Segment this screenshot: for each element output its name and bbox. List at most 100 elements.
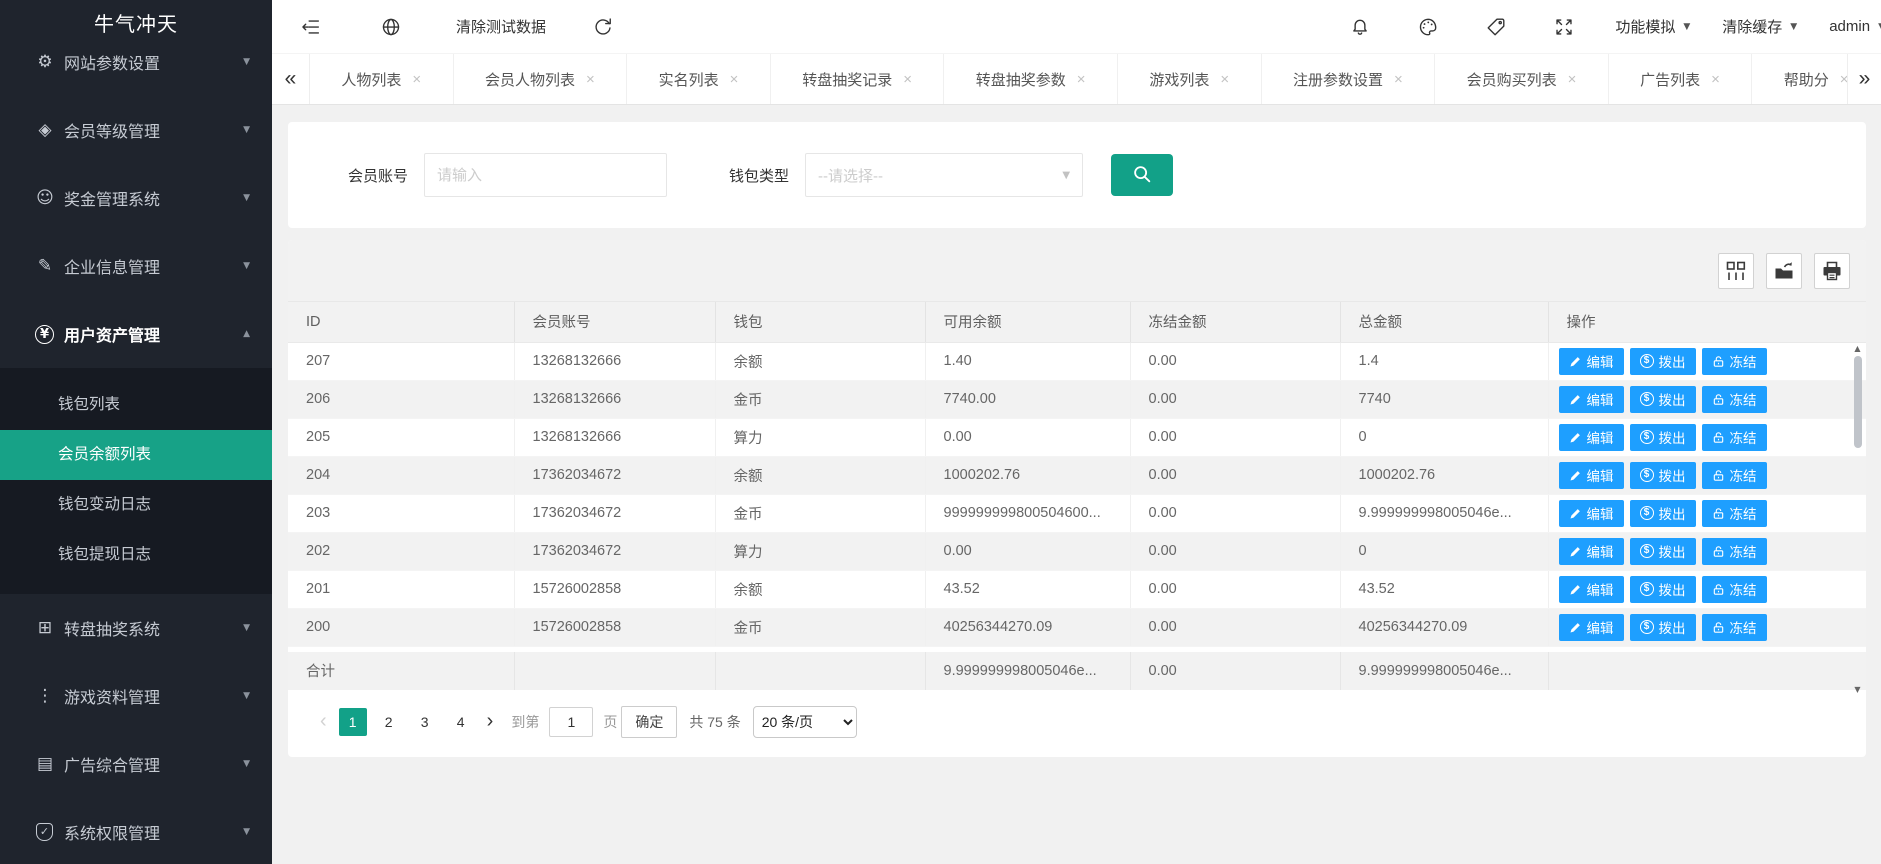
payout-button[interactable]: $拨出 [1630, 500, 1696, 527]
function-simulate-menu[interactable]: 功能模拟 ▼ [1615, 16, 1690, 37]
close-icon[interactable]: × [1568, 71, 1577, 88]
prev-page-button[interactable]: ‹ [320, 710, 327, 733]
sidebar-item-wallet-change-log[interactable]: 钱包变动日志 [0, 480, 272, 530]
close-icon[interactable]: × [730, 71, 739, 88]
freeze-button[interactable]: 冻结 [1702, 348, 1767, 375]
close-icon[interactable]: × [1220, 71, 1229, 88]
close-icon[interactable]: × [412, 71, 421, 88]
sidebar-item-user-assets[interactable]: ¥用户资产管理▲ [0, 300, 272, 368]
page-size-select[interactable]: 20 条/页 [753, 706, 857, 738]
freeze-button[interactable]: 冻结 [1702, 424, 1767, 451]
scroll-down-icon[interactable]: ▼ [1854, 684, 1860, 695]
function-simulate-label: 功能模拟 [1615, 16, 1675, 37]
account-input[interactable] [424, 153, 667, 197]
tab-9[interactable]: 广告列表× [1609, 54, 1753, 104]
table-scrollbar[interactable]: ▲ ▼ [1851, 343, 1864, 695]
confirm-page-button[interactable]: 确定 [621, 706, 677, 738]
close-icon[interactable]: × [586, 71, 595, 88]
freeze-icon [1712, 621, 1725, 634]
edit-button[interactable]: 编辑 [1559, 576, 1624, 603]
sidebar-item-game-data[interactable]: ⋮游戏资料管理▼ [0, 662, 272, 730]
close-icon[interactable]: × [1394, 71, 1403, 88]
close-icon[interactable]: × [1077, 71, 1086, 88]
freeze-button[interactable]: 冻结 [1702, 614, 1767, 641]
tab-6[interactable]: 游戏列表× [1118, 54, 1262, 104]
chevron-down-icon: ▼ [243, 125, 250, 135]
refresh-icon[interactable] [592, 16, 614, 38]
edit-button[interactable]: 编辑 [1559, 614, 1624, 641]
edit-button[interactable]: 编辑 [1559, 462, 1624, 489]
goto-page-input[interactable] [549, 707, 593, 737]
clear-cache-menu[interactable]: 清除缓存 ▼ [1722, 16, 1797, 37]
payout-button[interactable]: $拨出 [1630, 614, 1696, 641]
freeze-button[interactable]: 冻结 [1702, 576, 1767, 603]
page-button-3[interactable]: 3 [411, 708, 439, 736]
tab-7[interactable]: 注册参数设置× [1262, 54, 1436, 104]
sidebar-item-wallet-withdraw-log[interactable]: 钱包提现日志 [0, 530, 272, 580]
payout-button[interactable]: $拨出 [1630, 348, 1696, 375]
page-button-4[interactable]: 4 [447, 708, 475, 736]
search-button[interactable] [1111, 154, 1173, 196]
wallet-type-select[interactable]: --请选择-- ▼ [805, 153, 1083, 197]
freeze-button[interactable]: 冻结 [1702, 386, 1767, 413]
edit-button[interactable]: 编辑 [1559, 538, 1624, 565]
sidebar-item-label: 系统权限管理 [64, 820, 243, 844]
edit-button[interactable]: 编辑 [1559, 500, 1624, 527]
page-button-2[interactable]: 2 [375, 708, 403, 736]
topbar: 清除测试数据 [272, 0, 1881, 53]
scrollbar-thumb[interactable] [1854, 356, 1862, 448]
table-cell: 算力 [715, 532, 925, 570]
globe-icon[interactable] [380, 16, 402, 38]
tab-1[interactable]: 人物列表× [310, 54, 454, 104]
page-button-1[interactable]: 1 [339, 708, 367, 736]
sidebar-item-ad-management[interactable]: ▤广告综合管理▼ [0, 730, 272, 798]
edit-button[interactable]: 编辑 [1559, 348, 1624, 375]
payout-icon: $ [1640, 544, 1654, 558]
clear-test-data-button[interactable]: 清除测试数据 [456, 16, 546, 37]
table-cell: 7740 [1340, 380, 1548, 418]
payout-button[interactable]: $拨出 [1630, 386, 1696, 413]
edit-label: 编辑 [1587, 541, 1614, 561]
chevron-down-icon: ▼ [1062, 170, 1070, 181]
tab-4[interactable]: 转盘抽奖记录× [771, 54, 945, 104]
columns-filter-button[interactable] [1718, 253, 1754, 289]
scroll-up-icon[interactable]: ▲ [1854, 343, 1860, 354]
theme-palette-icon[interactable] [1417, 16, 1439, 38]
sidebar-item-system-permission[interactable]: ✓系统权限管理▼ [0, 798, 272, 864]
tabs-scroll-left-button[interactable]: « [272, 54, 310, 104]
close-icon[interactable]: × [1711, 71, 1720, 88]
print-button[interactable] [1814, 253, 1850, 289]
sidebar-item-wallet-list[interactable]: 钱包列表 [0, 380, 272, 430]
user-menu[interactable]: admin ▼ [1829, 18, 1877, 35]
payout-button[interactable]: $拨出 [1630, 424, 1696, 451]
payout-button[interactable]: $拨出 [1630, 576, 1696, 603]
sidebar-item-member-level[interactable]: ◈会员等级管理▼ [0, 96, 272, 164]
payout-button[interactable]: $拨出 [1630, 462, 1696, 489]
sidebar-item-wheel-lottery[interactable]: ⊞转盘抽奖系统▼ [0, 594, 272, 662]
table-cell: 1.4 [1340, 342, 1548, 380]
next-page-button[interactable]: › [487, 710, 494, 733]
edit-button[interactable]: 编辑 [1559, 424, 1624, 451]
tab-5[interactable]: 转盘抽奖参数× [944, 54, 1118, 104]
table-cell: 0.00 [925, 532, 1130, 570]
collapse-sidebar-icon[interactable] [300, 16, 322, 38]
edit-button[interactable]: 编辑 [1559, 386, 1624, 413]
notifications-bell-icon[interactable] [1349, 16, 1371, 38]
tabs-scroll-right-button[interactable]: » [1847, 54, 1881, 104]
export-button[interactable] [1766, 253, 1802, 289]
tab-3[interactable]: 实名列表× [627, 54, 771, 104]
freeze-button[interactable]: 冻结 [1702, 538, 1767, 565]
topbar-icons [1349, 16, 1575, 38]
sidebar-item-bonus-system[interactable]: ☺奖金管理系统▼ [0, 164, 272, 232]
tab-2[interactable]: 会员人物列表× [454, 54, 628, 104]
freeze-button[interactable]: 冻结 [1702, 462, 1767, 489]
sidebar-item-enterprise-info[interactable]: ✎企业信息管理▼ [0, 232, 272, 300]
close-icon[interactable]: × [903, 71, 912, 88]
freeze-button[interactable]: 冻结 [1702, 500, 1767, 527]
tag-icon[interactable] [1485, 16, 1507, 38]
fullscreen-icon[interactable] [1553, 16, 1575, 38]
sidebar-item-member-balance-list[interactable]: 会员余额列表 [0, 430, 272, 480]
tab-8[interactable]: 会员购买列表× [1435, 54, 1609, 104]
freeze-icon [1712, 469, 1725, 482]
payout-button[interactable]: $拨出 [1630, 538, 1696, 565]
